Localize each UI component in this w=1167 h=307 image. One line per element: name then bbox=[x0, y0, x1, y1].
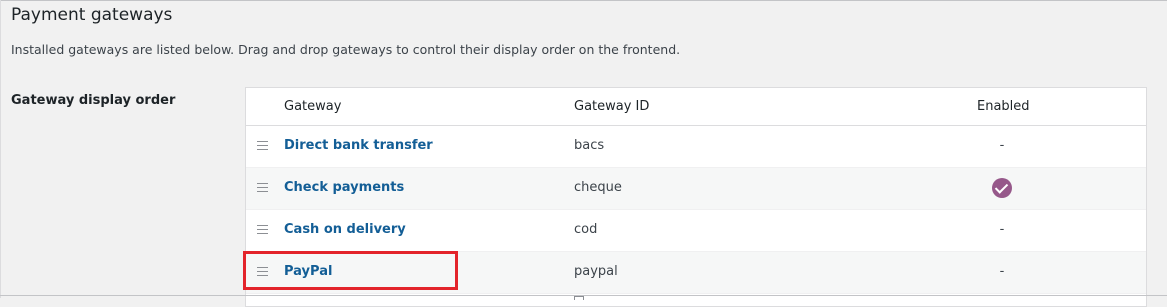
gateway-link-cheque[interactable]: Check payments bbox=[284, 180, 404, 195]
gateway-id-paypal: paypal bbox=[574, 264, 618, 279]
enabled-toggle-cheque[interactable] bbox=[992, 178, 1012, 198]
section-description: Installed gateways are listed below. Dra… bbox=[11, 42, 681, 57]
drag-handle-icon[interactable] bbox=[257, 141, 268, 150]
gateway-id-bacs: bacs bbox=[574, 138, 605, 153]
enabled-toggle-bacs[interactable]: - bbox=[992, 136, 1012, 156]
enabled-toggle-paypal[interactable]: - bbox=[992, 262, 1012, 282]
gateway-id-cod: cod bbox=[574, 222, 598, 237]
page-title: Payment gateways bbox=[11, 5, 173, 25]
column-header-gateway: Gateway bbox=[284, 99, 342, 114]
left-divider bbox=[0, 0, 1, 298]
disabled-dash: - bbox=[999, 264, 1005, 279]
table-row-cod[interactable]: Cash on delivery cod - bbox=[246, 210, 1146, 252]
gateway-link-cod[interactable]: Cash on delivery bbox=[284, 222, 406, 237]
column-header-enabled: Enabled bbox=[977, 99, 1030, 114]
disabled-dash: - bbox=[999, 222, 1005, 237]
gateway-link-bacs[interactable]: Direct bank transfer bbox=[284, 138, 433, 153]
table-row-cheque[interactable]: Check payments cheque bbox=[246, 168, 1146, 210]
paypal-highlight-box bbox=[243, 251, 458, 290]
enabled-toggle-cod[interactable]: - bbox=[992, 220, 1012, 240]
top-divider bbox=[0, 0, 1167, 1]
disabled-dash: - bbox=[999, 138, 1005, 153]
table-header: Gateway Gateway ID Enabled bbox=[246, 88, 1146, 126]
checkmark-circle-icon bbox=[992, 178, 1012, 198]
bottom-divider bbox=[0, 295, 1167, 296]
drag-handle-icon[interactable] bbox=[257, 225, 268, 234]
gateway-id-cheque: cheque bbox=[574, 180, 622, 195]
partial-row-glyph bbox=[574, 296, 584, 300]
drag-handle-icon[interactable] bbox=[257, 183, 268, 192]
table-row-bacs[interactable]: Direct bank transfer bacs - bbox=[246, 126, 1146, 168]
column-header-gateway-id: Gateway ID bbox=[574, 99, 650, 114]
gateway-display-order-label: Gateway display order bbox=[11, 93, 176, 108]
